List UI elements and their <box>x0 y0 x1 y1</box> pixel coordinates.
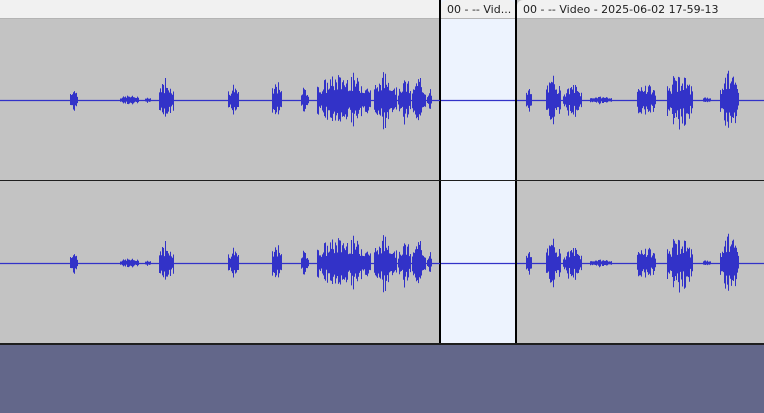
waveform-display[interactable] <box>0 0 764 345</box>
channel-right-waveform <box>70 233 739 293</box>
channel-left-waveform <box>70 70 739 130</box>
audio-track[interactable]: 00 - -- Vid... 00 - -- Video - 2025-06-0… <box>0 0 764 345</box>
